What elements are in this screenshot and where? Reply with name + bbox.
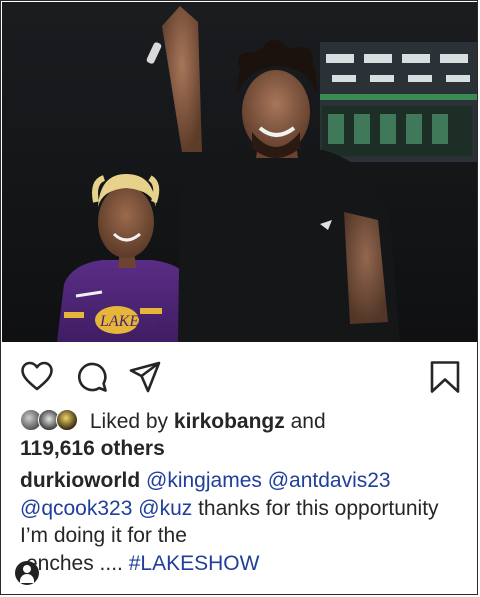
instagram-post: LAKERS Liked by kirkobangz and 119,616 o… <box>0 0 478 595</box>
mention-link[interactable]: @kuz <box>138 497 192 520</box>
post-action-bar <box>1 344 477 406</box>
post-photo[interactable]: LAKERS <box>2 2 477 342</box>
comment-button[interactable] <box>75 360 109 394</box>
likes-prefix: Liked by <box>89 410 169 433</box>
liker-username[interactable]: kirkobangz <box>174 410 285 433</box>
share-button[interactable] <box>128 360 162 394</box>
hashtag-link[interactable]: #LAKESHOW <box>129 552 260 575</box>
post-caption: durkioworld @kingjames @antdavis23 @qcoo… <box>20 467 465 577</box>
bookmark-icon <box>430 361 460 393</box>
heart-icon <box>21 361 53 391</box>
paper-plane-icon <box>129 361 161 393</box>
liker-avatars[interactable] <box>20 409 84 431</box>
jersey-logo-text: LAKERS <box>99 313 157 330</box>
user-icon[interactable] <box>15 561 39 585</box>
caption-author[interactable]: durkioworld <box>20 469 140 492</box>
comment-icon <box>78 362 107 392</box>
mention-link[interactable]: @antdavis23 <box>268 469 391 492</box>
likes-summary: Liked by kirkobangz and 119,616 others <box>20 408 460 462</box>
mention-link[interactable]: @kingjames <box>146 469 262 492</box>
likes-count[interactable]: 119,616 others <box>20 437 165 460</box>
liker-avatar <box>56 409 78 431</box>
post-photo-image: LAKERS <box>2 2 477 342</box>
mention-link[interactable]: @qcook323 <box>20 497 132 520</box>
likes-conjunction: and <box>290 410 326 433</box>
like-button[interactable] <box>20 360 54 394</box>
save-button[interactable] <box>428 360 462 394</box>
